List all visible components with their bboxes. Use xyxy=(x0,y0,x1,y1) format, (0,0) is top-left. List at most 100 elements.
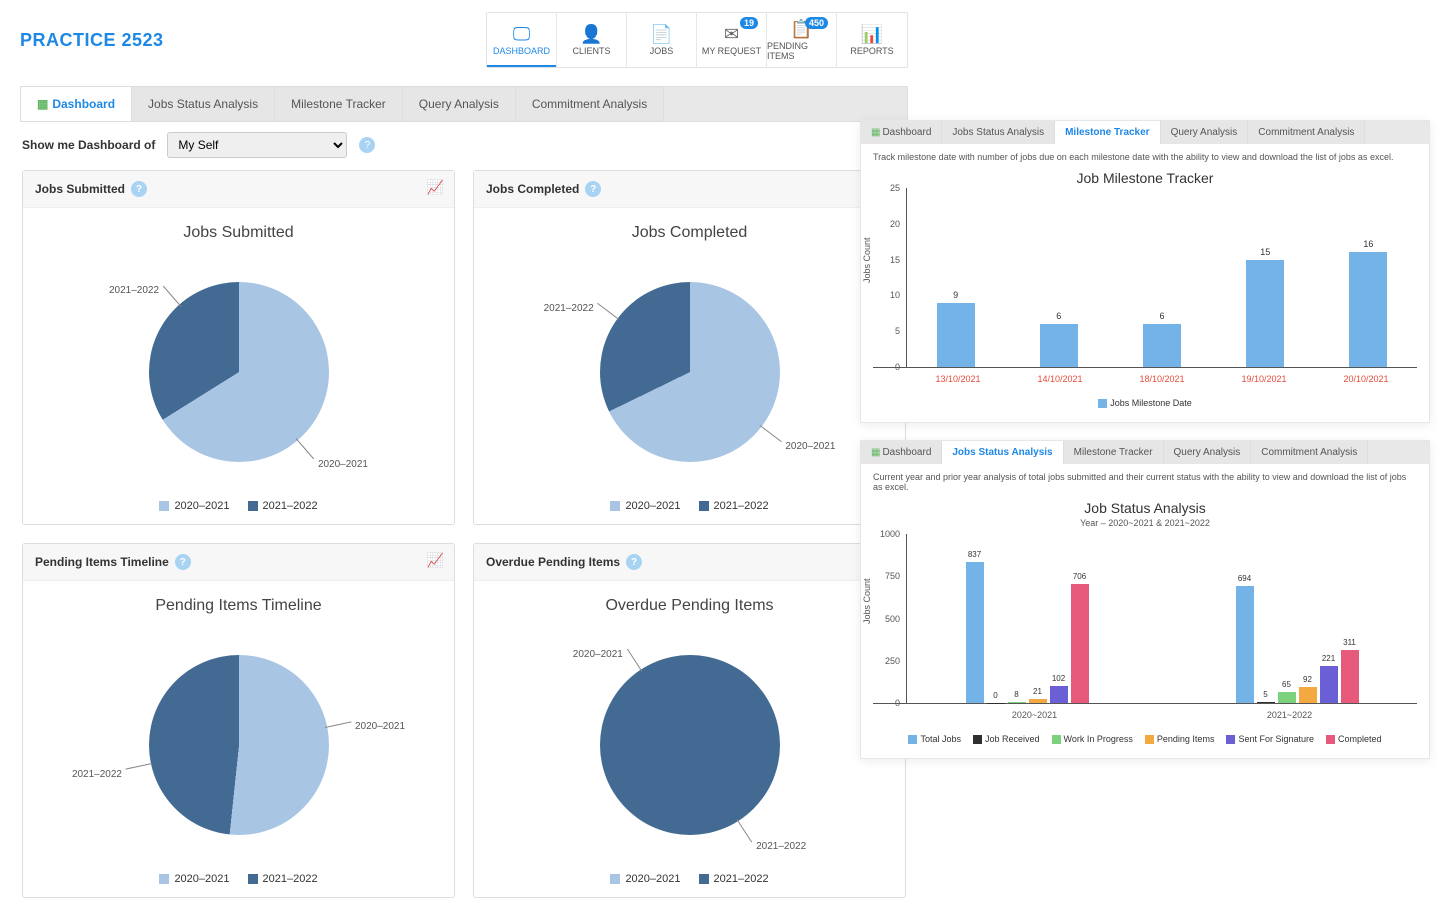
overlay-title: Job Milestone Tracker xyxy=(873,170,1417,186)
legend-item: Total Jobs xyxy=(908,734,961,744)
bar[interactable]: 311 xyxy=(1341,650,1359,703)
overlay-tabs: ▦DashboardJobs Status AnalysisMilestone … xyxy=(861,441,1429,464)
card-overdue: Overdue Pending Items ? Overdue Pending … xyxy=(473,543,906,898)
top-nav: 🖵DASHBOARD👤CLIENTS📄JOBS✉MY REQUEST19📋PEN… xyxy=(486,12,908,68)
x-tick-label: 2021~2022 xyxy=(1162,710,1417,720)
chart-title: Overdue Pending Items xyxy=(486,597,893,615)
pie-slice-label: 2020–2021 xyxy=(318,459,368,470)
bar[interactable]: 0 xyxy=(987,703,1005,704)
bar[interactable] xyxy=(1040,324,1078,367)
bar[interactable] xyxy=(1349,252,1387,367)
x-tick-label: 18/10/2021 xyxy=(1111,374,1213,384)
x-tick-label: 20/10/2021 xyxy=(1315,374,1417,384)
overlay-title: Job Status Analysis xyxy=(873,500,1417,516)
pie-slice-label: 2020–2021 xyxy=(785,441,835,452)
chart-title: Pending Items Timeline xyxy=(35,597,442,615)
legend-item: Pending Items xyxy=(1145,734,1215,744)
overlay-desc: Current year and prior year analysis of … xyxy=(873,472,1417,492)
chart-legend: 2020–2021 2021–2022 xyxy=(486,500,893,512)
tab-dashboard[interactable]: ▦Dashboard xyxy=(21,87,132,121)
overlay-milestone-tracker: ▦DashboardJobs Status AnalysisMilestone … xyxy=(860,120,1430,423)
badge: 19 xyxy=(740,17,758,29)
pie-slice-label: 2021–2022 xyxy=(109,285,159,296)
bar[interactable]: 21 xyxy=(1029,699,1047,703)
chart-legend: Total Jobs Job Received Work In Progress Pe… xyxy=(873,734,1417,744)
tab-jobs-status-analysis[interactable]: Jobs Status Analysis xyxy=(942,441,1063,464)
tab-commitment-analysis[interactable]: Commitment Analysis xyxy=(516,87,664,121)
bar[interactable]: 5 xyxy=(1257,702,1275,703)
filter-select[interactable]: My Self xyxy=(167,132,347,158)
bar[interactable]: 837 xyxy=(966,562,984,703)
bar[interactable]: 706 xyxy=(1071,584,1089,703)
chart-legend: 2020–2021 2021–2022 xyxy=(486,873,893,885)
pie-chart: 2020–20212021–2022 xyxy=(486,625,893,865)
bar[interactable]: 92 xyxy=(1299,687,1317,703)
x-tick-label: 19/10/2021 xyxy=(1213,374,1315,384)
y-axis-label: Jobs Count xyxy=(862,237,872,283)
card-title: Jobs Submitted xyxy=(35,182,125,196)
nav-clients[interactable]: 👤CLIENTS xyxy=(557,13,627,67)
card-jobs-submitted: Jobs Submitted ? 📈 Jobs Submitted 2020–2… xyxy=(22,170,455,525)
x-tick-label: 14/10/2021 xyxy=(1009,374,1111,384)
legend-item: Job Received xyxy=(973,734,1040,744)
tab-dashboard[interactable]: ▦Dashboard xyxy=(861,121,942,144)
brand-logo: PRACTICE 2523 xyxy=(20,30,164,51)
reports-icon: 📊 xyxy=(861,25,883,43)
bar[interactable]: 221 xyxy=(1320,666,1338,703)
card-title: Pending Items Timeline xyxy=(35,555,169,569)
help-icon[interactable]: ? xyxy=(131,181,147,197)
y-axis-label: Jobs Count xyxy=(862,578,872,624)
nav-dashboard[interactable]: 🖵DASHBOARD xyxy=(487,13,557,67)
legend-item: Work In Progress xyxy=(1052,734,1133,744)
help-icon[interactable]: ? xyxy=(626,554,642,570)
legend-item: Completed xyxy=(1326,734,1382,744)
bar[interactable]: 102 xyxy=(1050,686,1068,703)
nav-reports[interactable]: 📊REPORTS xyxy=(837,13,907,67)
nav-my-request[interactable]: ✉MY REQUEST19 xyxy=(697,13,767,67)
pie-slice-label: 2021–2022 xyxy=(72,769,122,780)
chart-legend: 2020–2021 2021–2022 xyxy=(35,500,442,512)
tab-jobs-status-analysis[interactable]: Jobs Status Analysis xyxy=(132,87,275,121)
x-tick-label: 2020~2021 xyxy=(907,710,1162,720)
tab-jobs-status-analysis[interactable]: Jobs Status Analysis xyxy=(942,121,1055,144)
chart-title: Jobs Completed xyxy=(486,224,893,242)
card-jobs-completed: Jobs Completed ? Jobs Completed 2020–202… xyxy=(473,170,906,525)
grouped-bar-chart: Jobs Count 02505007501000 83708211027066… xyxy=(873,534,1417,704)
tab-milestone-tracker[interactable]: Milestone Tracker xyxy=(1055,121,1160,144)
badge: 450 xyxy=(805,17,828,29)
tab-commitment-analysis[interactable]: Commitment Analysis xyxy=(1248,121,1365,144)
tab-query-analysis[interactable]: Query Analysis xyxy=(1161,121,1249,144)
pie-slice-label: 2020–2021 xyxy=(573,649,623,660)
pie-chart: 2020–20212021–2022 xyxy=(486,252,893,492)
bar[interactable] xyxy=(937,303,975,367)
help-icon[interactable]: ? xyxy=(359,137,375,153)
tab-dashboard[interactable]: ▦Dashboard xyxy=(861,441,942,464)
bar[interactable] xyxy=(1143,324,1181,367)
chart-expand-icon[interactable]: 📈 xyxy=(427,179,444,196)
card-title: Jobs Completed xyxy=(486,182,579,196)
card-pending-timeline: Pending Items Timeline ? 📈 Pending Items… xyxy=(22,543,455,898)
overlay-job-status: ▦DashboardJobs Status AnalysisMilestone … xyxy=(860,440,1430,759)
overlay-desc: Track milestone date with number of jobs… xyxy=(873,152,1417,162)
bar[interactable]: 65 xyxy=(1278,692,1296,703)
clients-icon: 👤 xyxy=(580,25,602,43)
help-icon[interactable]: ? xyxy=(585,181,601,197)
bar[interactable]: 8 xyxy=(1008,702,1026,703)
jobs-icon: 📄 xyxy=(650,25,672,43)
legend-item: Sent For Signature xyxy=(1226,734,1314,744)
bar[interactable]: 694 xyxy=(1236,586,1254,703)
main-tabs: ▦DashboardJobs Status AnalysisMilestone … xyxy=(20,86,908,122)
tab-query-analysis[interactable]: Query Analysis xyxy=(1164,441,1252,464)
chart-expand-icon[interactable]: 📈 xyxy=(427,552,444,569)
nav-jobs[interactable]: 📄JOBS xyxy=(627,13,697,67)
pie-chart: 2020–2021 2021–2022 xyxy=(35,252,442,492)
bar[interactable] xyxy=(1246,260,1284,367)
tab-milestone-tracker[interactable]: Milestone Tracker xyxy=(275,87,403,121)
help-icon[interactable]: ? xyxy=(175,554,191,570)
x-tick-label: 13/10/2021 xyxy=(907,374,1009,384)
tab-milestone-tracker[interactable]: Milestone Tracker xyxy=(1064,441,1164,464)
nav-pending-items[interactable]: 📋PENDING ITEMS450 xyxy=(767,13,837,67)
tab-query-analysis[interactable]: Query Analysis xyxy=(403,87,516,121)
overlay-tabs: ▦DashboardJobs Status AnalysisMilestone … xyxy=(861,121,1429,144)
tab-commitment-analysis[interactable]: Commitment Analysis xyxy=(1251,441,1368,464)
